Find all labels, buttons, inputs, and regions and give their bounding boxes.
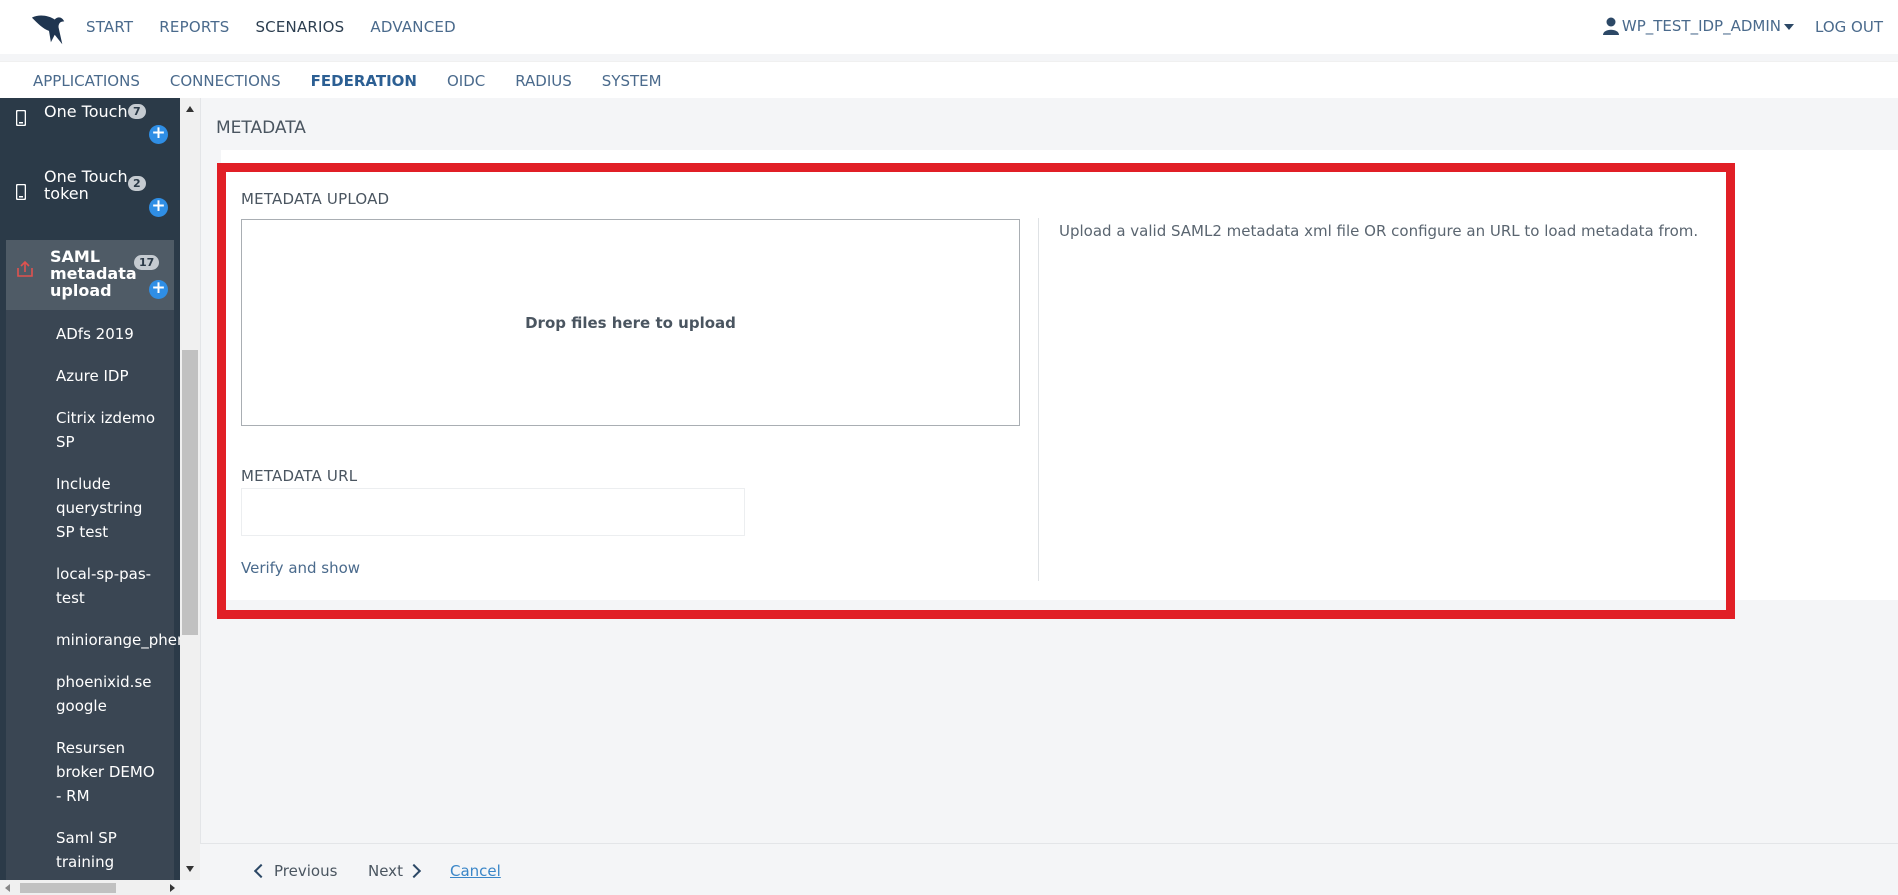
scroll-down-icon[interactable] [186,866,194,872]
top-bar: START REPORTS SCENARIOS ADVANCED WP_TEST… [0,0,1898,54]
next-button[interactable]: Next [368,862,422,880]
metadata-url-label: METADATA URL [241,467,358,485]
caret-down-icon [1784,23,1794,30]
scroll-left-icon[interactable] [5,884,10,892]
page-title: METADATA [216,118,306,138]
dropzone-text: Drop files here to upload [525,313,736,332]
count-badge: 2 [128,176,146,191]
count-badge: 7 [128,104,146,119]
column-divider [1038,218,1039,581]
add-icon[interactable]: + [149,280,168,299]
sidebar-item[interactable]: Azure IDP [56,364,180,388]
verify-and-show-link[interactable]: Verify and show [241,559,360,577]
sub-nav: APPLICATIONS CONNECTIONS FEDERATION OIDC… [0,61,1898,98]
mobile-icon [16,110,26,126]
nav-reports[interactable]: REPORTS [159,18,229,36]
user-name: WP_TEST_IDP_ADMIN [1621,17,1781,35]
sidebar-horizontal-scrollbar[interactable] [0,880,180,895]
subnav-applications[interactable]: APPLICATIONS [33,72,140,90]
previous-button[interactable]: Previous [253,862,338,880]
subnav-federation[interactable]: FEDERATION [311,72,417,90]
wizard-footer: Previous Next Cancel [200,844,1898,895]
sidebar-group-one-touch[interactable]: One Touch 7 + [0,98,174,154]
metadata-upload-label: METADATA UPLOAD [241,190,390,208]
sidebar-item[interactable]: ADfs 2019 [56,322,180,346]
logout-link[interactable]: LOG OUT [1815,18,1883,36]
mobile-icon [16,184,26,200]
sidebar-item[interactable]: local-sp-pas-test [56,562,156,610]
nav-start[interactable]: START [86,18,133,36]
previous-label: Previous [274,862,338,880]
nav-advanced[interactable]: ADVANCED [370,18,455,36]
upload-icon [17,260,33,277]
sidebar-group-label: One Touch [44,102,128,121]
phoenix-logo-icon[interactable] [30,10,68,48]
scrollbar-thumb[interactable] [20,883,116,893]
sidebar-group-label: SAML metadata upload [50,247,137,300]
sidebar-item[interactable]: Resursen broker DEMO - RM [56,736,156,808]
subnav-system[interactable]: SYSTEM [602,72,662,90]
sidebar-item[interactable]: Saml SP training [56,826,156,874]
sidebar-vertical-scrollbar[interactable] [180,98,200,880]
scroll-right-icon[interactable] [170,884,175,892]
main-nav: START REPORTS SCENARIOS ADVANCED [86,18,482,36]
scroll-up-icon[interactable] [186,106,194,112]
sidebar-item[interactable]: miniorange_phen [56,628,180,652]
subnav-connections[interactable]: CONNECTIONS [170,72,281,90]
user-menu[interactable]: WP_TEST_IDP_ADMIN [1602,17,1794,35]
chevron-left-icon [253,863,269,879]
add-icon[interactable]: + [149,198,168,217]
user-icon [1602,17,1619,35]
file-dropzone[interactable]: Drop files here to upload [241,219,1020,426]
sidebar-item[interactable]: phoenixid.se google [56,670,156,718]
sidebar-group-saml-metadata-upload[interactable]: SAML metadata upload 17 + [6,240,174,310]
sidebar-item[interactable]: Citrix izdemo SP [56,406,156,454]
cancel-link[interactable]: Cancel [450,862,501,880]
scrollbar-thumb[interactable] [182,350,198,635]
metadata-url-input[interactable] [241,488,745,536]
sidebar: One Touch 7 + One Touch token 2 + SAML m… [0,98,180,895]
count-badge: 17 [134,255,160,270]
subnav-oidc[interactable]: OIDC [447,72,485,90]
nav-scenarios[interactable]: SCENARIOS [255,18,344,36]
sidebar-group-label: One Touch token [44,167,128,203]
next-label: Next [368,862,403,880]
chevron-right-icon [406,863,422,879]
subnav-radius[interactable]: RADIUS [515,72,572,90]
sidebar-item[interactable]: Include querystring SP test [56,472,156,544]
help-text: Upload a valid SAML2 metadata xml file O… [1059,222,1699,240]
add-icon[interactable]: + [149,125,168,144]
sidebar-group-one-touch-token[interactable]: One Touch token 2 + [0,162,174,238]
